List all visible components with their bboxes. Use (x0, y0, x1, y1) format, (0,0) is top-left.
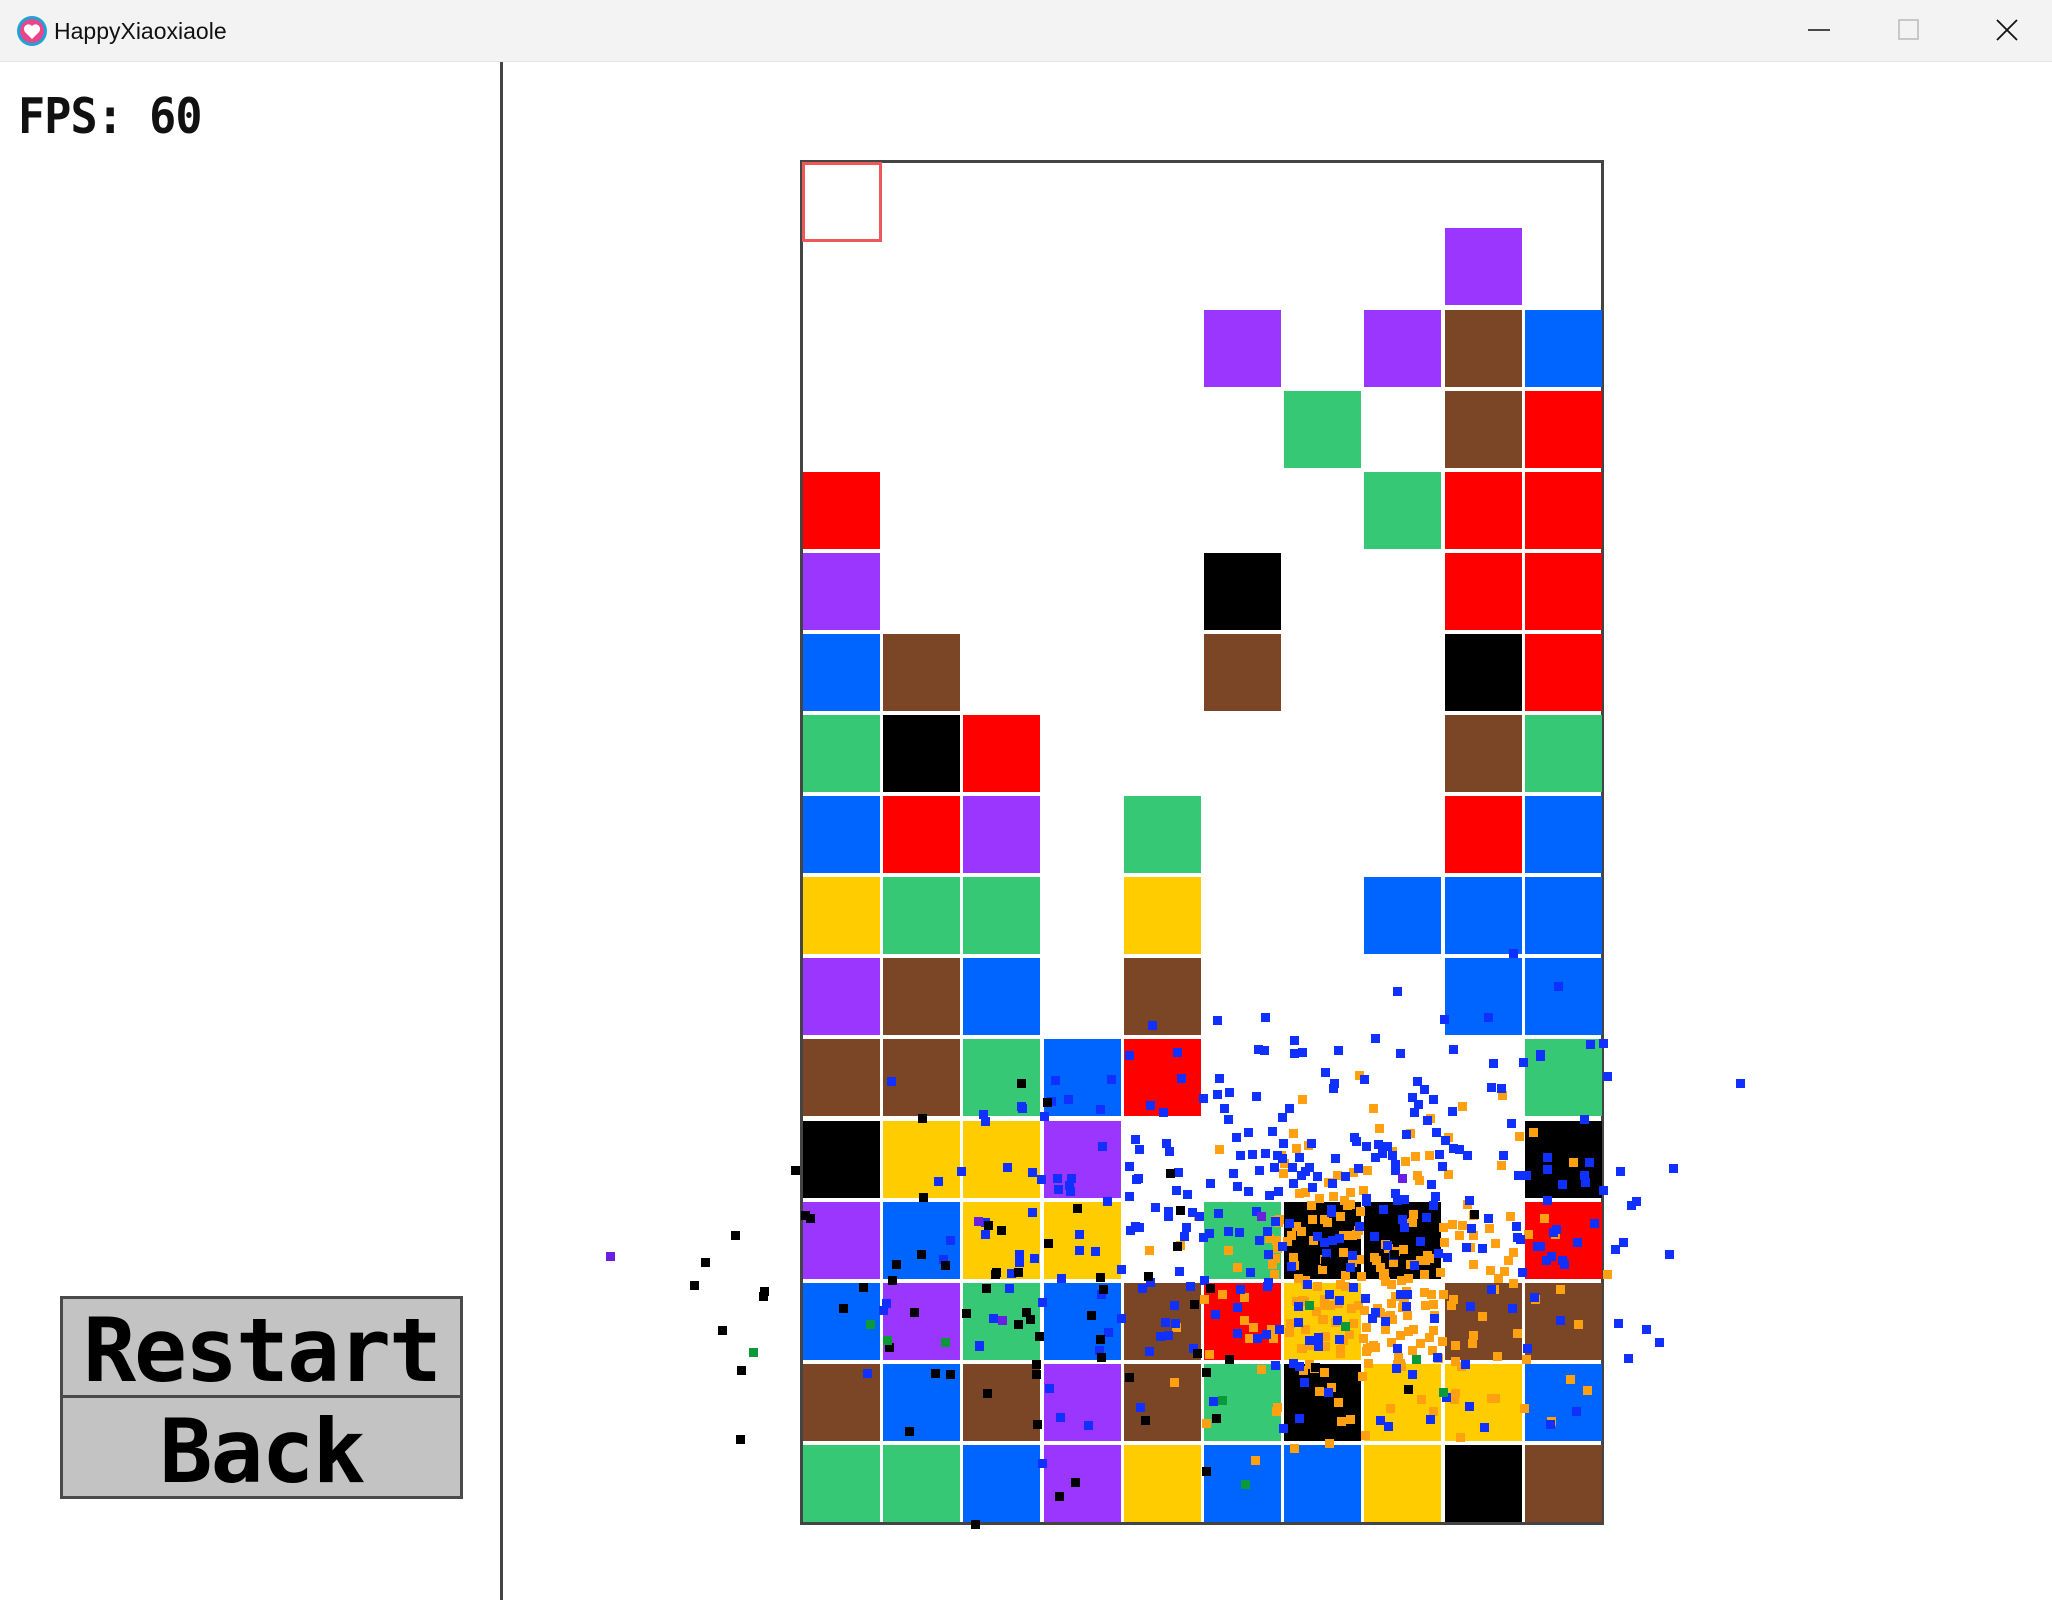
fps-counter: FPS: 60 (18, 88, 202, 145)
minimize-icon (1808, 29, 1830, 31)
particle (1669, 1164, 1678, 1173)
back-button[interactable]: Back (60, 1395, 463, 1503)
restart-button[interactable]: Restart (60, 1296, 463, 1402)
particle (606, 1252, 615, 1261)
particle (690, 1281, 699, 1290)
particle (1665, 1250, 1674, 1259)
selection-cursor (802, 162, 882, 242)
game-board[interactable] (800, 160, 1604, 1525)
particle (1642, 1325, 1651, 1334)
particle (759, 1292, 768, 1301)
particle (749, 1348, 758, 1357)
particle (1624, 1354, 1633, 1363)
close-button[interactable] (1962, 0, 2052, 61)
particle (1614, 1319, 1623, 1328)
particle (760, 1287, 769, 1296)
particle (1619, 1238, 1628, 1247)
particle (737, 1366, 746, 1375)
window-title: HappyXiaoxiaole (54, 18, 227, 44)
minimize-button[interactable] (1774, 0, 1864, 61)
particle (1632, 1197, 1641, 1206)
title-bar[interactable]: HappyXiaoxiaole (0, 0, 2052, 62)
particle (1616, 1167, 1625, 1176)
particle (1603, 1270, 1612, 1279)
particle (1736, 1079, 1745, 1088)
particle (718, 1326, 727, 1335)
particle (701, 1258, 710, 1267)
game-window: HappyXiaoxiaole FPS: 60 Restart Back (0, 0, 2052, 1600)
maximize-button[interactable] (1864, 0, 1954, 61)
particle (736, 1435, 745, 1444)
particle (1611, 1245, 1620, 1254)
particle (1627, 1201, 1636, 1210)
particle (1655, 1338, 1664, 1347)
close-icon (1996, 19, 2018, 41)
particle (1603, 1072, 1612, 1081)
particle (791, 1166, 800, 1175)
maximize-icon (1898, 19, 1919, 40)
particle (731, 1231, 740, 1240)
heart-app-icon (17, 16, 47, 46)
panel-divider (500, 62, 503, 1600)
